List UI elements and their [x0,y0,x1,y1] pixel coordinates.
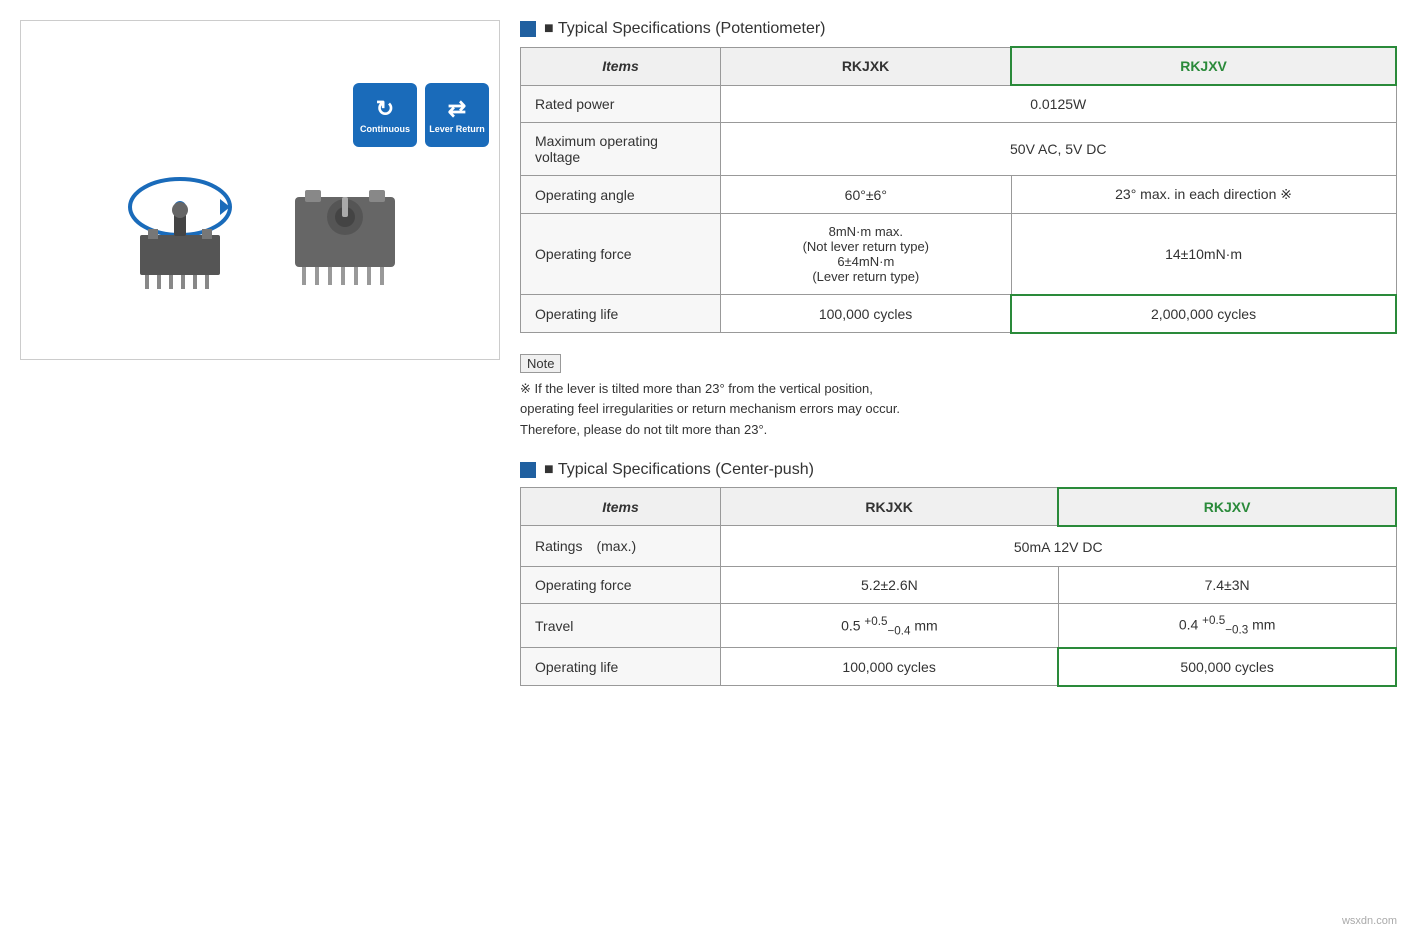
product-image-panel: ↻ Continuous ⇄ Lever Return [20,20,500,360]
center-push-section: ■ Typical Specifications (Center-push) I… [520,461,1397,687]
row-travel-rkjxk: 0.5 +0.5−0.4 mm [721,604,1059,648]
potentiometer-title-text: ■ Typical Specifications (Potentiometer) [544,20,826,38]
row-rated-power-label: Rated power [521,85,721,123]
table-row: Maximum operating voltage 50V AC, 5V DC [521,123,1397,176]
section-icon-2 [520,462,536,478]
table-row: Travel 0.5 +0.5−0.4 mm 0.4 +0.5−0.3 mm [521,604,1397,648]
col-header-items: Items [521,47,721,85]
table-row: Operating force 5.2±2.6N 7.4±3N [521,567,1397,604]
badge-container: ↻ Continuous ⇄ Lever Return [353,83,489,147]
row-ratings-label: Ratings (max.) [521,526,721,567]
note-label: Note [520,354,561,373]
badge-lever-label: Lever Return [429,124,485,134]
note-text: ※ If the lever is tilted more than 23° f… [520,379,1397,441]
row-operating-angle-rkjxv: 23° max. in each direction ※ [1011,176,1396,214]
row-travel-label: Travel [521,604,721,648]
joystick-images [110,157,410,297]
lever-return-icon: ⇄ [448,96,466,122]
table-row: Rated power 0.0125W [521,85,1397,123]
row-operating-force-rkjxk: 8mN·m max. (Not lever return type) 6±4mN… [721,214,1012,295]
center-push-table: Items RKJXK RKJXV Ratings (max.) 50mA 12… [520,487,1397,687]
table-row: Operating angle 60°±6° 23° max. in each … [521,176,1397,214]
row-cp-operating-life-rkjxv: 500,000 cycles [1058,648,1396,686]
row-operating-angle-rkjxk: 60°±6° [721,176,1012,214]
potentiometer-section: ■ Typical Specifications (Potentiometer)… [520,20,1397,334]
row-operating-life-rkjxv: 2,000,000 cycles [1011,295,1396,333]
table-row: Operating life 100,000 cycles 500,000 cy… [521,648,1397,686]
badge-lever-return: ⇄ Lever Return [425,83,489,147]
col-header-rkjxv: RKJXV [1011,47,1396,85]
badge-continuous-label: Continuous [360,124,410,134]
table-row: Operating force 8mN·m max. (Not lever re… [521,214,1397,295]
col2-header-rkjxv: RKJXV [1058,488,1396,526]
row-ratings-value: 50mA 12V DC [721,526,1397,567]
row-operating-life-label: Operating life [521,295,721,333]
row-max-voltage-label: Maximum operating voltage [521,123,721,176]
center-push-title: ■ Typical Specifications (Center-push) [520,461,1397,479]
row-cp-operating-life-label: Operating life [521,648,721,686]
row-rated-power-value: 0.0125W [721,85,1397,123]
row-travel-rkjxv: 0.4 +0.5−0.3 mm [1058,604,1396,648]
right-panel: ■ Typical Specifications (Potentiometer)… [520,20,1397,927]
note-section: Note ※ If the lever is tilted more than … [520,354,1397,441]
col2-header-items: Items [521,488,721,526]
col-header-rkjxk: RKJXK [721,47,1012,85]
continuous-icon: ↻ [376,96,394,122]
section-icon [520,21,536,37]
row-cp-operating-force-rkjxv: 7.4±3N [1058,567,1396,604]
col2-header-rkjxk: RKJXK [721,488,1059,526]
joystick-left-svg [110,157,250,297]
table-row: Ratings (max.) 50mA 12V DC [521,526,1397,567]
watermark: wsxdn.com [520,915,1397,927]
table-row: Operating life 100,000 cycles 2,000,000 … [521,295,1397,333]
row-operating-force-label: Operating force [521,214,721,295]
row-cp-operating-force-label: Operating force [521,567,721,604]
row-max-voltage-value: 50V AC, 5V DC [721,123,1397,176]
row-cp-operating-life-rkjxk: 100,000 cycles [721,648,1059,686]
row-cp-operating-force-rkjxk: 5.2±2.6N [721,567,1059,604]
badge-continuous: ↻ Continuous [353,83,417,147]
row-operating-force-rkjxv: 14±10mN·m [1011,214,1396,295]
potentiometer-table: Items RKJXK RKJXV Rated power 0.0125W Ma… [520,46,1397,334]
center-push-title-text: ■ Typical Specifications (Center-push) [544,461,814,479]
row-operating-life-rkjxk: 100,000 cycles [721,295,1012,333]
potentiometer-title: ■ Typical Specifications (Potentiometer) [520,20,1397,38]
row-operating-angle-label: Operating angle [521,176,721,214]
joystick-right-svg [280,162,410,292]
